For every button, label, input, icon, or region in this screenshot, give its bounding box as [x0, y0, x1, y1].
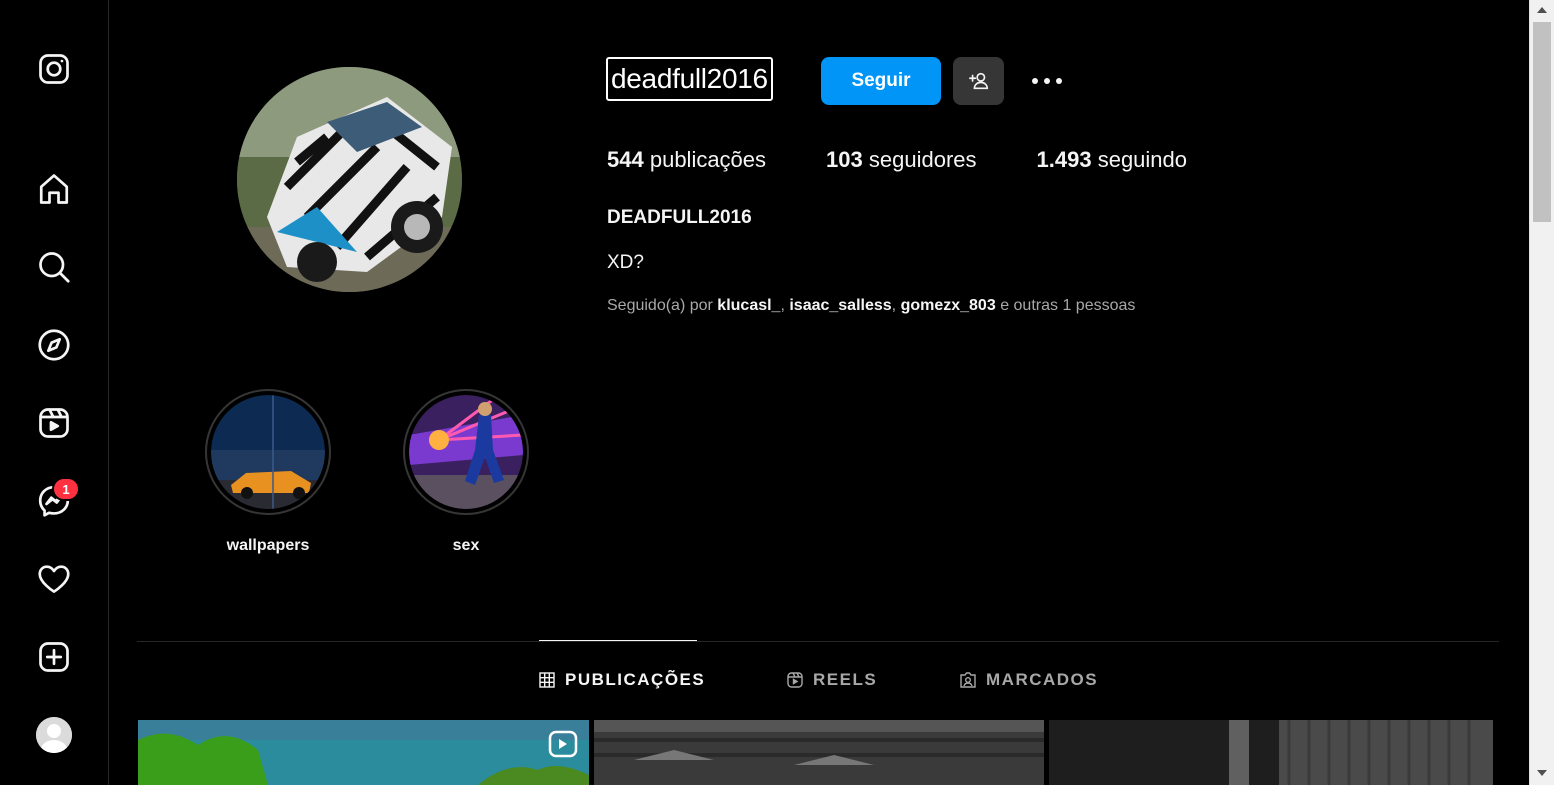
followers-stat[interactable]: 103 seguidores [826, 147, 976, 173]
following-count: 1.493 [1036, 147, 1092, 172]
highlight-cover-ring [403, 389, 529, 515]
app-window: 1 deadfull2016 Seguir 544 publicações 10… [0, 0, 1554, 785]
heart-icon[interactable] [34, 559, 74, 599]
followed-by-account[interactable]: gomezx_803 [901, 297, 996, 314]
instagram-logo-icon[interactable] [34, 49, 74, 89]
more-options-button[interactable] [1025, 62, 1069, 100]
highlight-cover-image [211, 395, 325, 509]
posts-stat: 544 publicações [607, 147, 766, 173]
tab-label: REELS [813, 670, 878, 689]
highlight-sex[interactable]: sex [403, 389, 529, 555]
more-horizontal-icon [1032, 78, 1062, 84]
explore-icon[interactable] [34, 325, 74, 365]
suggested-accounts-button[interactable] [953, 57, 1004, 105]
highlight-wallpapers[interactable]: wallpapers [205, 389, 331, 555]
highlight-cover-ring [205, 389, 331, 515]
messages-badge: 1 [52, 477, 80, 501]
post-thumbnail[interactable] [138, 720, 589, 785]
followed-by-prefix: Seguido(a) por [607, 297, 713, 314]
active-tab-indicator [539, 640, 697, 641]
add-person-icon [968, 72, 988, 90]
profile-main: deadfull2016 Seguir 544 publicações 103 … [109, 0, 1529, 785]
profile-avatar-nav[interactable] [36, 717, 72, 753]
followed-by[interactable]: Seguido(a) por klucasl_, isaac_salless, … [607, 297, 1135, 315]
following-label: seguindo [1097, 147, 1188, 172]
profile-stats: 544 publicações 103 seguidores 1.493 seg… [607, 147, 1247, 173]
tab-label: PUBLICAÇÕES [565, 670, 706, 689]
followers-label: seguidores [868, 147, 977, 172]
tab-posts[interactable]: PUBLICAÇÕES [539, 668, 705, 692]
followers-count: 103 [826, 147, 863, 172]
followed-by-account[interactable]: klucasl_ [717, 297, 780, 314]
profile-full-name: DEADFULL2016 [607, 207, 752, 228]
grid-icon [539, 672, 555, 688]
highlight-label: sex [452, 537, 480, 554]
scroll-up-arrow-icon[interactable] [1537, 7, 1547, 13]
highlight-label: wallpapers [226, 537, 310, 554]
following-stat[interactable]: 1.493 seguindo [1037, 147, 1188, 173]
followed-by-suffix: e outras 1 pessoas [1000, 297, 1136, 314]
tagged-icon [960, 672, 976, 688]
profile-picture[interactable] [237, 67, 462, 292]
highlight-cover-image [409, 395, 523, 509]
tab-tagged[interactable]: MARCADOS [960, 668, 1098, 692]
tab-label: MARCADOS [986, 670, 1099, 689]
scroll-down-arrow-icon[interactable] [1537, 770, 1547, 776]
reels-icon[interactable] [34, 403, 74, 443]
reels-icon [787, 672, 803, 688]
sidebar: 1 [0, 0, 109, 785]
profile-username: deadfull2016 [606, 57, 773, 101]
post-thumbnail[interactable] [1049, 720, 1493, 785]
posts-label: publicações [649, 147, 767, 172]
profile-bio: XD? [607, 252, 644, 273]
scroll-thumb[interactable] [1533, 22, 1551, 222]
post-thumbnail[interactable] [594, 720, 1044, 785]
followed-by-account[interactable]: isaac_salless [789, 297, 891, 314]
vertical-scrollbar[interactable] [1529, 0, 1554, 785]
tabs-divider [137, 641, 1499, 642]
tab-reels[interactable]: REELS [787, 668, 877, 692]
home-icon[interactable] [34, 169, 74, 209]
follow-button[interactable]: Seguir [821, 57, 941, 105]
posts-count: 544 [607, 147, 644, 172]
create-icon[interactable] [34, 637, 74, 677]
search-icon[interactable] [34, 247, 74, 287]
